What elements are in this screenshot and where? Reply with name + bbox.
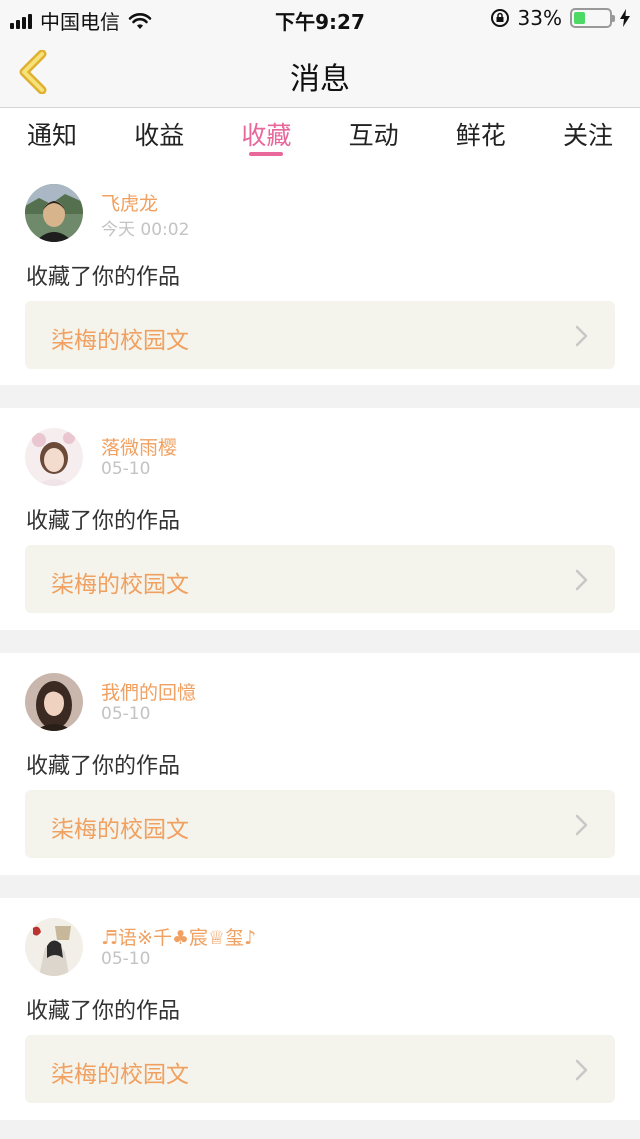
avatar[interactable] <box>25 428 83 486</box>
username[interactable]: ♬语※千♣宸♕玺♪ <box>101 923 256 950</box>
action-text: 收藏了你的作品 <box>26 999 181 1024</box>
tab-notice[interactable]: 通知 <box>27 108 77 164</box>
list-item: 飞虎龙 今天 00:02 收藏了你的作品 柒梅的校园文 <box>0 164 640 385</box>
action-text: 收藏了你的作品 <box>26 509 181 534</box>
work-link[interactable]: 柒梅的校园文 <box>25 301 615 369</box>
work-title: 柒梅的校园文 <box>51 1062 189 1088</box>
tab-follow[interactable]: 关注 <box>563 108 613 164</box>
chevron-right-icon <box>575 569 588 591</box>
message-list: 飞虎龙 今天 00:02 收藏了你的作品 柒梅的校园文 落微雨樱 05-10 收… <box>0 164 640 1139</box>
page-title: 消息 <box>290 62 350 97</box>
work-title: 柒梅的校园文 <box>51 572 189 598</box>
work-title: 柒梅的校园文 <box>51 328 189 354</box>
nav-bar: 消息 <box>0 36 640 108</box>
chevron-left-icon <box>19 49 47 95</box>
tab-favorites[interactable]: 收藏 <box>241 108 291 164</box>
action-text: 收藏了你的作品 <box>26 265 181 290</box>
battery-icon <box>570 8 615 28</box>
timestamp: 今天 00:02 <box>101 220 190 240</box>
chevron-right-icon <box>575 1059 588 1081</box>
timestamp: 05-10 <box>101 704 151 724</box>
work-link[interactable]: 柒梅的校园文 <box>25 1035 615 1103</box>
chevron-right-icon <box>575 325 588 347</box>
list-item: 落微雨樱 05-10 收藏了你的作品 柒梅的校园文 <box>0 408 640 630</box>
username[interactable]: 飞虎龙 <box>101 189 158 216</box>
rotation-lock-icon <box>490 9 509 27</box>
chevron-right-icon <box>575 814 588 836</box>
tab-earnings[interactable]: 收益 <box>134 108 184 164</box>
username[interactable]: 我們的回憶 <box>101 678 196 705</box>
action-text: 收藏了你的作品 <box>26 754 181 779</box>
battery-fill <box>574 12 586 24</box>
timestamp: 05-10 <box>101 459 151 479</box>
status-right: 33% <box>490 6 630 30</box>
username[interactable]: 落微雨樱 <box>101 433 177 460</box>
avatar[interactable] <box>25 673 83 731</box>
charging-icon <box>620 9 630 27</box>
work-link[interactable]: 柒梅的校园文 <box>25 545 615 613</box>
status-bar: 中国电信 下午9:27 33% <box>0 0 640 36</box>
tab-interaction[interactable]: 互动 <box>349 108 399 164</box>
work-link[interactable]: 柒梅的校园文 <box>25 790 615 858</box>
avatar[interactable] <box>25 184 83 242</box>
battery-percent: 33% <box>517 6 562 30</box>
tab-flowers[interactable]: 鲜花 <box>456 108 506 164</box>
list-item: 我們的回憶 05-10 收藏了你的作品 柒梅的校园文 <box>0 653 640 875</box>
work-title: 柒梅的校园文 <box>51 817 189 843</box>
timestamp: 05-10 <box>101 949 151 969</box>
list-item: ♬语※千♣宸♕玺♪ 05-10 收藏了你的作品 柒梅的校园文 <box>0 898 640 1120</box>
tab-bar: 通知 收益 收藏 互动 鲜花 关注 <box>0 108 640 164</box>
avatar[interactable] <box>25 918 83 976</box>
back-button[interactable] <box>14 49 54 95</box>
